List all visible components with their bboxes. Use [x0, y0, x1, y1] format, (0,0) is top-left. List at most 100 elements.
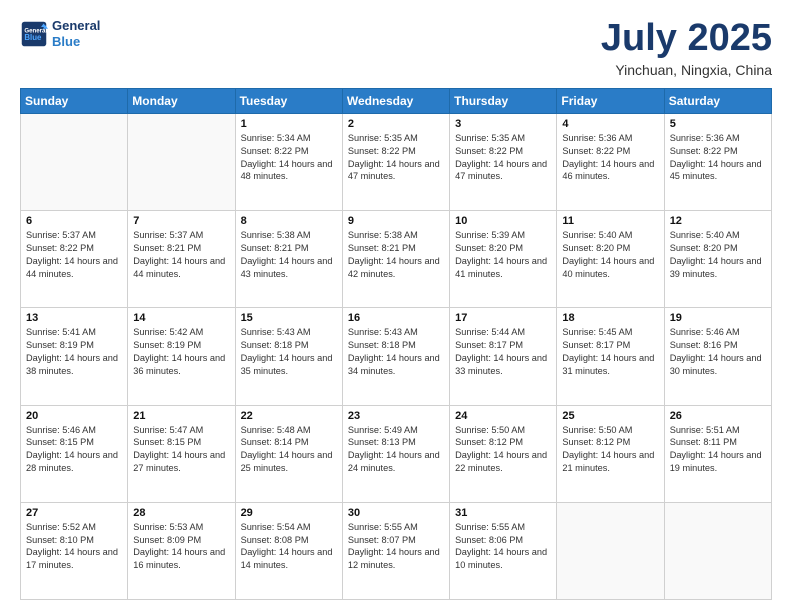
calendar-week-2: 6Sunrise: 5:37 AM Sunset: 8:22 PM Daylig… [21, 211, 772, 308]
day-info: Sunrise: 5:37 AM Sunset: 8:22 PM Dayligh… [26, 229, 122, 281]
day-header-thursday: Thursday [450, 88, 557, 113]
calendar-cell: 4 Sunrise: 5:36 AM Sunset: 8:22 PM Daylig… [557, 113, 664, 210]
day-number: 2 [348, 118, 444, 130]
day-number: 13 [26, 312, 122, 324]
day-number: 21 [133, 410, 229, 422]
day-number: 29 [241, 507, 337, 519]
calendar-cell: 26 Sunrise: 5:51 AM Sunset: 8:11 PM Dayli… [664, 405, 771, 502]
day-number: 8 [241, 215, 337, 227]
day-number: 30 [348, 507, 444, 519]
day-number: 18 [562, 312, 658, 324]
day-number: 12 [670, 215, 766, 227]
calendar-cell: 12 Sunrise: 5:40 AM Sunset: 8:20 PM Dayli… [664, 211, 771, 308]
day-number: 17 [455, 312, 551, 324]
day-info: Sunrise: 5:35 AM Sunset: 8:22 PM Dayligh… [348, 132, 444, 184]
day-info: Sunrise: 5:39 AM Sunset: 8:20 PM Dayligh… [455, 229, 551, 281]
day-number: 24 [455, 410, 551, 422]
day-info: Sunrise: 5:54 AM Sunset: 8:08 PM Dayligh… [241, 521, 337, 573]
day-info: Sunrise: 5:35 AM Sunset: 8:22 PM Dayligh… [455, 132, 551, 184]
day-info: Sunrise: 5:34 AM Sunset: 8:22 PM Dayligh… [241, 132, 337, 184]
calendar-week-1: 1 Sunrise: 5:34 AM Sunset: 8:22 PM Daylig… [21, 113, 772, 210]
day-number: 16 [348, 312, 444, 324]
calendar-week-5: 27 Sunrise: 5:52 AM Sunset: 8:10 PM Dayli… [21, 502, 772, 599]
calendar-cell: 6Sunrise: 5:37 AM Sunset: 8:22 PM Daylig… [21, 211, 128, 308]
calendar-cell: 14 Sunrise: 5:42 AM Sunset: 8:19 PM Dayli… [128, 308, 235, 405]
logo: General Blue General Blue [20, 18, 100, 49]
day-number: 10 [455, 215, 551, 227]
calendar-cell: 1 Sunrise: 5:34 AM Sunset: 8:22 PM Daylig… [235, 113, 342, 210]
calendar-week-3: 13 Sunrise: 5:41 AM Sunset: 8:19 PM Dayli… [21, 308, 772, 405]
day-info: Sunrise: 5:50 AM Sunset: 8:12 PM Dayligh… [562, 424, 658, 476]
day-number: 22 [241, 410, 337, 422]
logo-icon: General Blue [20, 20, 48, 48]
day-info: Sunrise: 5:36 AM Sunset: 8:22 PM Dayligh… [670, 132, 766, 184]
calendar-cell: 2 Sunrise: 5:35 AM Sunset: 8:22 PM Daylig… [342, 113, 449, 210]
day-info: Sunrise: 5:38 AM Sunset: 8:21 PM Dayligh… [348, 229, 444, 281]
calendar-cell [21, 113, 128, 210]
calendar-cell: 21 Sunrise: 5:47 AM Sunset: 8:15 PM Dayli… [128, 405, 235, 502]
day-info: Sunrise: 5:51 AM Sunset: 8:11 PM Dayligh… [670, 424, 766, 476]
logo-text: General Blue [52, 18, 100, 49]
day-info: Sunrise: 5:44 AM Sunset: 8:17 PM Dayligh… [455, 326, 551, 378]
calendar-cell [664, 502, 771, 599]
calendar-cell: 5 Sunrise: 5:36 AM Sunset: 8:22 PM Daylig… [664, 113, 771, 210]
day-number: 15 [241, 312, 337, 324]
title-block: July 2025 Yinchuan, Ningxia, China [601, 18, 772, 78]
calendar-cell: 28Sunrise: 5:53 AM Sunset: 8:09 PM Dayli… [128, 502, 235, 599]
svg-text:Blue: Blue [24, 33, 42, 42]
month-title: July 2025 [601, 18, 772, 60]
calendar-cell: 20 Sunrise: 5:46 AM Sunset: 8:15 PM Dayli… [21, 405, 128, 502]
calendar-cell: 24 Sunrise: 5:50 AM Sunset: 8:12 PM Dayli… [450, 405, 557, 502]
header: General Blue General Blue July 2025 Yinc… [20, 18, 772, 78]
calendar-cell: 8 Sunrise: 5:38 AM Sunset: 8:21 PM Daylig… [235, 211, 342, 308]
calendar-cell: 16Sunrise: 5:43 AM Sunset: 8:18 PM Dayli… [342, 308, 449, 405]
day-number: 31 [455, 507, 551, 519]
calendar-cell: 22 Sunrise: 5:48 AM Sunset: 8:14 PM Dayli… [235, 405, 342, 502]
day-header-tuesday: Tuesday [235, 88, 342, 113]
calendar-cell: 25Sunrise: 5:50 AM Sunset: 8:12 PM Dayli… [557, 405, 664, 502]
calendar-header-row: SundayMondayTuesdayWednesdayThursdayFrid… [21, 88, 772, 113]
calendar-cell: 29 Sunrise: 5:54 AM Sunset: 8:08 PM Dayli… [235, 502, 342, 599]
calendar-cell: 17 Sunrise: 5:44 AM Sunset: 8:17 PM Dayli… [450, 308, 557, 405]
calendar-cell [128, 113, 235, 210]
day-number: 27 [26, 507, 122, 519]
calendar-cell: 31 Sunrise: 5:55 AM Sunset: 8:06 PM Dayli… [450, 502, 557, 599]
day-header-sunday: Sunday [21, 88, 128, 113]
day-header-saturday: Saturday [664, 88, 771, 113]
day-number: 19 [670, 312, 766, 324]
calendar-cell: 3Sunrise: 5:35 AM Sunset: 8:22 PM Daylig… [450, 113, 557, 210]
day-info: Sunrise: 5:42 AM Sunset: 8:19 PM Dayligh… [133, 326, 229, 378]
calendar-cell: 10 Sunrise: 5:39 AM Sunset: 8:20 PM Dayli… [450, 211, 557, 308]
day-info: Sunrise: 5:36 AM Sunset: 8:22 PM Dayligh… [562, 132, 658, 184]
day-info: Sunrise: 5:38 AM Sunset: 8:21 PM Dayligh… [241, 229, 337, 281]
day-info: Sunrise: 5:55 AM Sunset: 8:07 PM Dayligh… [348, 521, 444, 573]
day-header-friday: Friday [557, 88, 664, 113]
calendar-cell [557, 502, 664, 599]
day-info: Sunrise: 5:45 AM Sunset: 8:17 PM Dayligh… [562, 326, 658, 378]
calendar-cell: 11Sunrise: 5:40 AM Sunset: 8:20 PM Dayli… [557, 211, 664, 308]
day-info: Sunrise: 5:55 AM Sunset: 8:06 PM Dayligh… [455, 521, 551, 573]
day-info: Sunrise: 5:47 AM Sunset: 8:15 PM Dayligh… [133, 424, 229, 476]
calendar-week-4: 20 Sunrise: 5:46 AM Sunset: 8:15 PM Dayli… [21, 405, 772, 502]
day-info: Sunrise: 5:43 AM Sunset: 8:18 PM Dayligh… [241, 326, 337, 378]
calendar-cell: 9Sunrise: 5:38 AM Sunset: 8:21 PM Daylig… [342, 211, 449, 308]
day-number: 26 [670, 410, 766, 422]
page: General Blue General Blue July 2025 Yinc… [0, 0, 792, 612]
day-info: Sunrise: 5:40 AM Sunset: 8:20 PM Dayligh… [670, 229, 766, 281]
day-number: 20 [26, 410, 122, 422]
day-info: Sunrise: 5:50 AM Sunset: 8:12 PM Dayligh… [455, 424, 551, 476]
calendar-cell: 19Sunrise: 5:46 AM Sunset: 8:16 PM Dayli… [664, 308, 771, 405]
day-number: 7 [133, 215, 229, 227]
location-subtitle: Yinchuan, Ningxia, China [601, 62, 772, 78]
day-number: 5 [670, 118, 766, 130]
day-number: 1 [241, 118, 337, 130]
day-info: Sunrise: 5:52 AM Sunset: 8:10 PM Dayligh… [26, 521, 122, 573]
day-number: 23 [348, 410, 444, 422]
day-number: 4 [562, 118, 658, 130]
day-info: Sunrise: 5:41 AM Sunset: 8:19 PM Dayligh… [26, 326, 122, 378]
day-info: Sunrise: 5:46 AM Sunset: 8:15 PM Dayligh… [26, 424, 122, 476]
day-info: Sunrise: 5:49 AM Sunset: 8:13 PM Dayligh… [348, 424, 444, 476]
day-info: Sunrise: 5:48 AM Sunset: 8:14 PM Dayligh… [241, 424, 337, 476]
day-number: 14 [133, 312, 229, 324]
calendar-cell: 15 Sunrise: 5:43 AM Sunset: 8:18 PM Dayli… [235, 308, 342, 405]
